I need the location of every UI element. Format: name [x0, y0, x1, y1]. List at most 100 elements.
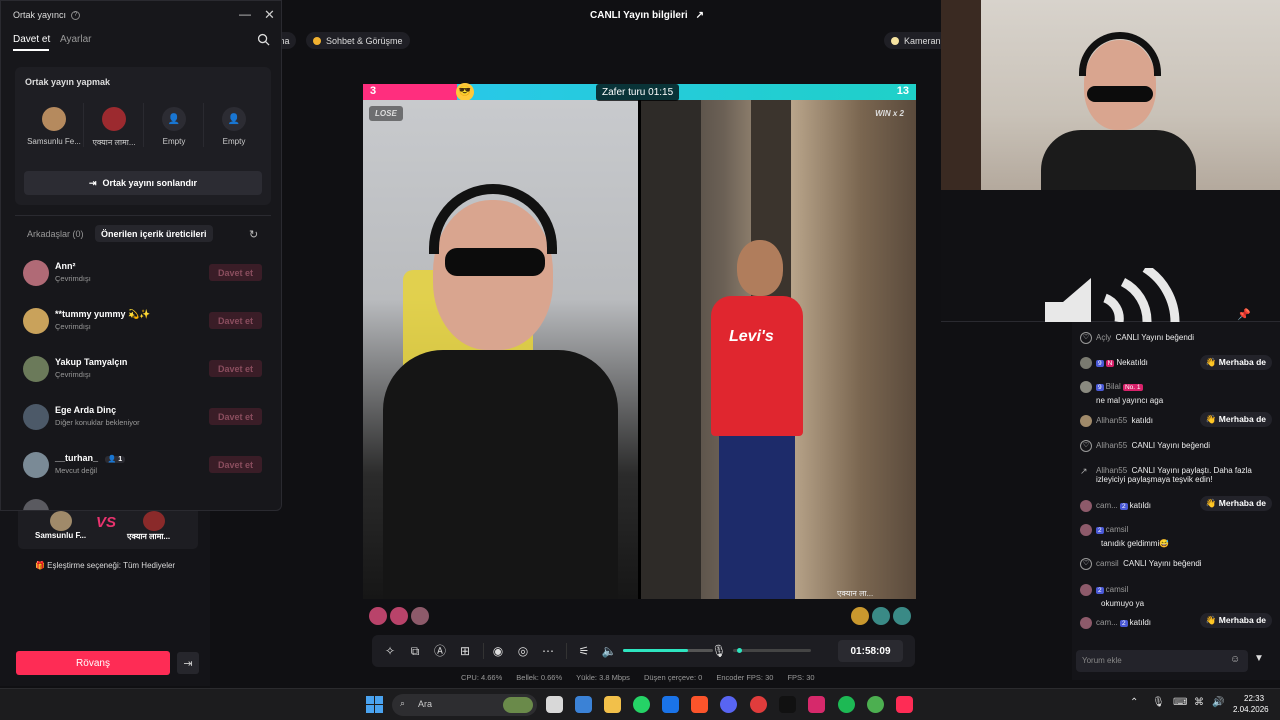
chip-chat[interactable]: Sohbet & Görüşme: [306, 32, 410, 49]
gifter-avatar[interactable]: [893, 607, 911, 625]
brave-icon[interactable]: [691, 696, 708, 713]
ai-icon[interactable]: Ⓐ: [432, 643, 448, 659]
win-badge: WIN x 2: [875, 109, 904, 118]
gifter-avatar[interactable]: [851, 607, 869, 625]
microphone-icon[interactable]: 🎙: [711, 643, 727, 659]
store-icon[interactable]: [575, 696, 592, 713]
invite-button[interactable]: Davet et: [209, 312, 262, 329]
chrome-icon[interactable]: [867, 696, 884, 713]
invite-button[interactable]: Davet et: [209, 456, 262, 473]
tiktok-icon[interactable]: [779, 696, 796, 713]
exit-battle-button[interactable]: ⇥: [177, 652, 199, 674]
chat-message: ♡ Açly CANLI Yayını beğendi: [1080, 332, 1276, 344]
network-icon[interactable]: ⌘: [1194, 697, 1204, 708]
taskbar-search[interactable]: ⌕ Ara: [392, 694, 537, 716]
list-item: Ege Arda Dinç Diğer konuklar bekleniyor …: [23, 400, 263, 434]
instagram-icon[interactable]: [808, 696, 825, 713]
end-cohost-button[interactable]: ⇥ Ortak yayını sonlandır: [24, 171, 262, 195]
user-name: Ege Arda Dinç: [55, 405, 117, 415]
stat-upload: Yükle: 3.8 Mbps: [576, 673, 630, 682]
chat-user: cam...: [1096, 501, 1118, 511]
cohost-slot-empty[interactable]: 👤 Empty: [205, 107, 263, 146]
person-icon: 👤: [222, 107, 246, 131]
cohost-slot-empty[interactable]: 👤 Empty: [145, 107, 203, 146]
gifter-avatar[interactable]: [411, 607, 429, 625]
emoji-icon[interactable]: ☺: [1230, 654, 1240, 665]
say-hello-button[interactable]: 👋 Merhaba de: [1199, 412, 1272, 427]
tab-friends[interactable]: Arkadaşlar (0): [27, 229, 84, 239]
chat-text: Nekatıldı: [1116, 358, 1148, 368]
invite-button[interactable]: Davet et: [209, 408, 262, 425]
stat-cpu: CPU: 4.66%: [461, 673, 503, 682]
user-status: Çevrimdışı: [55, 370, 91, 379]
stream-control-bar: ✧ ⧉ Ⓐ ⊞ ◉ ◎ ⋯ ⚟ 🔈 🎙 01:58:09: [372, 635, 915, 667]
clock-time[interactable]: 22:33: [1244, 694, 1264, 703]
tab-invite[interactable]: Davet et: [13, 34, 50, 45]
file-explorer-icon[interactable]: [604, 696, 621, 713]
stat-encoder-fps: Encoder FPS: 30: [716, 673, 774, 682]
say-hello-button[interactable]: 👋 Merhaba de: [1199, 496, 1272, 511]
app-icon[interactable]: [750, 696, 767, 713]
audio-panel: 📌: [941, 190, 1280, 322]
victory-timer: Zafer turu 01:15: [596, 84, 680, 101]
mic-slider[interactable]: [733, 648, 811, 653]
gifter-avatar[interactable]: [369, 607, 387, 625]
search-icon[interactable]: [257, 33, 270, 46]
info-icon[interactable]: ?: [71, 10, 81, 20]
gifter-avatar[interactable]: [872, 607, 890, 625]
stat-fps: FPS: 30: [787, 673, 815, 682]
magic-wand-icon[interactable]: ✧: [382, 643, 398, 659]
spotify-icon[interactable]: [838, 696, 855, 713]
invite-button[interactable]: Davet et: [209, 264, 262, 281]
adjust-icon[interactable]: ⚟: [576, 643, 592, 659]
invite-button[interactable]: Davet et: [209, 360, 262, 377]
add-media-icon[interactable]: ⊞: [457, 643, 473, 659]
user-name: __turhan_ 👤 1: [55, 453, 126, 463]
list-item: Yakup Tamyalçın Çevrimdışı Davet et: [23, 352, 263, 386]
task-view-icon[interactable]: [546, 696, 563, 713]
fan-badge: N: [1105, 360, 1115, 368]
outlook-icon[interactable]: [662, 696, 679, 713]
bulb-icon: [891, 36, 899, 45]
close-icon[interactable]: ✕: [264, 7, 275, 23]
speaker-icon[interactable]: 🔈: [601, 643, 617, 659]
say-hello-button[interactable]: 👋 Merhaba de: [1199, 613, 1272, 628]
screen-share-icon[interactable]: ⧉: [407, 643, 423, 659]
chat-text: ne mal yayıncı aga: [1096, 396, 1164, 405]
refresh-icon[interactable]: ↻: [249, 228, 258, 241]
avatar: [143, 511, 165, 531]
rematch-button[interactable]: Rövanş: [16, 651, 170, 675]
cohost-slot[interactable]: एक्यान लामा...: [85, 107, 143, 148]
volume-icon[interactable]: 🔊: [1212, 697, 1224, 708]
stream-info-title[interactable]: CANLI Yayın bilgileri ↗: [590, 10, 704, 21]
chat-user: Bilal: [1105, 382, 1121, 392]
volume-slider[interactable]: [623, 649, 713, 652]
slot-name: Empty: [222, 137, 246, 146]
record-icon[interactable]: ◉: [490, 643, 506, 659]
minimize-icon[interactable]: —: [239, 7, 251, 21]
microphone-icon[interactable]: 🎙: [1152, 697, 1165, 708]
share-icon[interactable]: ↗: [696, 10, 704, 21]
tab-settings[interactable]: Ayarlar: [60, 34, 92, 45]
battle-view: 3 😎 13 LOSE Levi's WIN x 2 एक्यान ला... …: [363, 83, 916, 599]
say-hello-button[interactable]: 👋 Merhaba de: [1199, 355, 1272, 370]
target-icon[interactable]: ◎: [515, 643, 531, 659]
more-icon[interactable]: ⋯: [540, 643, 556, 659]
opponent-video: Levi's WIN x 2 एक्यान ला...: [641, 100, 916, 599]
chevron-up-icon[interactable]: ⌃: [1130, 697, 1138, 708]
tab-suggested-creators[interactable]: Önerilen içerik üreticileri: [95, 225, 213, 242]
discord-icon[interactable]: [720, 696, 737, 713]
cohost-slot[interactable]: Samsunlu Fe...: [25, 107, 83, 146]
guest-count: 1: [118, 456, 123, 463]
pin-icon[interactable]: 📌: [1237, 308, 1251, 321]
gifter-avatar[interactable]: [390, 607, 408, 625]
tiktok-live-studio-icon[interactable]: [896, 696, 913, 713]
keyboard-icon[interactable]: ⌨: [1173, 697, 1187, 708]
comment-input[interactable]: Yorum ekle: [1076, 650, 1248, 672]
popup-title-label: Ortak yayıncı: [13, 10, 67, 20]
whatsapp-icon[interactable]: [633, 696, 650, 713]
end-cohost-label: Ortak yayını sonlandır: [102, 178, 198, 188]
clock-date[interactable]: 2.04.2026: [1233, 705, 1269, 714]
windows-start-icon[interactable]: [366, 696, 383, 713]
filter-icon[interactable]: ▼: [1254, 653, 1264, 664]
